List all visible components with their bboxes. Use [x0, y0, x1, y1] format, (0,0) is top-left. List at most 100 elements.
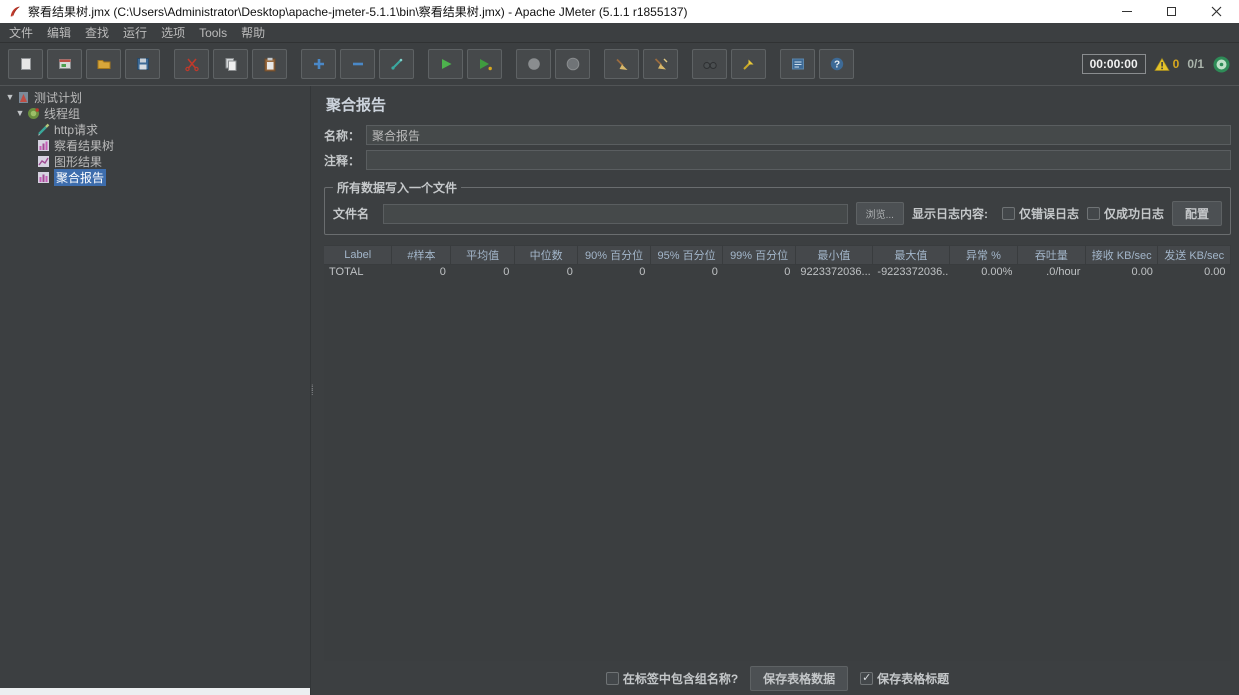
tree-item-label[interactable]: 察看结果树: [54, 137, 114, 154]
search-button[interactable]: [692, 49, 727, 79]
graph-results-icon: [38, 155, 49, 167]
menu-search[interactable]: 查找: [78, 22, 116, 43]
col-header-median[interactable]: 中位数: [514, 245, 579, 265]
menu-options[interactable]: 选项: [154, 22, 192, 43]
clear-all-button[interactable]: [643, 49, 678, 79]
tree-item-label[interactable]: 线程组: [44, 105, 80, 122]
tree-item-http-request[interactable]: http请求: [4, 121, 310, 137]
minimize-button[interactable]: [1104, 0, 1149, 23]
col-header-99pct[interactable]: 99% 百分位: [722, 245, 796, 265]
col-header-received[interactable]: 接收 KB/sec: [1085, 245, 1159, 265]
log-warning-indicator[interactable]: 0: [1153, 57, 1179, 72]
function-helper-button[interactable]: [780, 49, 815, 79]
maximize-button[interactable]: [1149, 0, 1194, 23]
maximize-icon: [1167, 7, 1176, 16]
successes-only-checkbox[interactable]: [1086, 207, 1100, 220]
cut-button[interactable]: [174, 49, 209, 79]
paste-button[interactable]: [252, 49, 287, 79]
comment-label: 注释：: [324, 153, 361, 168]
col-header-average[interactable]: 平均值: [450, 245, 515, 265]
copy-button[interactable]: [213, 49, 248, 79]
col-header-samples[interactable]: #样本: [391, 245, 452, 265]
help-button[interactable]: ?: [819, 49, 854, 79]
include-group-name-option[interactable]: 在标签中包含组名称?: [605, 670, 739, 687]
new-file-button[interactable]: [8, 49, 43, 79]
tree-item-label[interactable]: 测试计划: [34, 89, 82, 106]
successes-only-option[interactable]: 仅成功日志: [1086, 205, 1164, 222]
cell-99pct: 0: [784, 266, 791, 279]
col-header-max[interactable]: 最大值: [872, 245, 950, 265]
tree-item-label[interactable]: http请求: [54, 121, 98, 138]
errors-only-checkbox[interactable]: [1001, 207, 1015, 220]
shutdown-icon: [566, 57, 579, 71]
tree-item-thread-group[interactable]: ▼ 线程组: [4, 105, 310, 121]
remote-status-icon: [1213, 56, 1230, 72]
menu-tools[interactable]: Tools: [192, 24, 234, 42]
close-button[interactable]: [1194, 0, 1239, 23]
comment-input[interactable]: [366, 150, 1231, 170]
tree-horizontal-scrollbar[interactable]: [0, 688, 310, 695]
search-reset-button[interactable]: [731, 49, 766, 79]
jmeter-logo-icon: [10, 5, 20, 16]
tree-item-view-results-tree[interactable]: 察看结果树: [4, 137, 310, 153]
toolbar-status-area: 00:00:00 0 0/1: [1081, 54, 1231, 74]
save-table-data-button[interactable]: 保存表格数据: [750, 665, 849, 691]
col-header-sent[interactable]: 发送 KB/sec: [1157, 245, 1231, 265]
templates-button[interactable]: [47, 49, 82, 79]
copy-icon: [225, 58, 236, 71]
name-input[interactable]: [366, 125, 1231, 145]
stop-icon: [527, 58, 540, 70]
col-header-min[interactable]: 最小值: [795, 245, 873, 265]
remove-element-button[interactable]: [340, 49, 375, 79]
save-button[interactable]: [125, 49, 160, 79]
errors-only-option[interactable]: 仅错误日志: [1001, 205, 1079, 222]
aggregate-table-wrap: Label #样本 平均值 中位数 90% 百分位 95% 百分位 99% 百分…: [324, 245, 1231, 661]
configure-button[interactable]: 配置: [1171, 201, 1222, 226]
include-group-name-checkbox[interactable]: [605, 671, 619, 685]
cell-sent: 0.00: [1204, 266, 1226, 279]
col-header-95pct[interactable]: 95% 百分位: [650, 245, 724, 265]
save-table-header-option[interactable]: ✓ 保存表格标题: [860, 670, 949, 687]
start-no-pauses-button[interactable]: [467, 49, 502, 79]
shutdown-button[interactable]: [555, 49, 590, 79]
tree-item-aggregate-report[interactable]: 聚合报告: [4, 168, 310, 186]
menu-run[interactable]: 运行: [116, 22, 154, 43]
include-group-name-label: 在标签中包含组名称?: [622, 671, 739, 686]
col-header-error[interactable]: 异常 %: [949, 245, 1018, 265]
tree-item-test-plan[interactable]: ▼ 测试计划: [4, 89, 310, 105]
cell-min: 9223372036...: [800, 266, 871, 279]
cell-95pct: 0: [711, 266, 718, 279]
menu-help[interactable]: 帮助: [234, 22, 272, 43]
start-button[interactable]: [428, 49, 463, 79]
warning-icon: [1153, 57, 1170, 71]
test-plan-tree: ▼ 测试计划 ▼ 线程组 http请求 察看结果树 图形结果 聚合报告: [0, 86, 310, 695]
panel-splitter[interactable]: ⁞ ⁞: [310, 86, 316, 695]
table-row[interactable]: TOTAL 0 0 0 0 0 0 9223372036... -9223372…: [324, 265, 1231, 280]
open-file-button[interactable]: [86, 49, 121, 79]
splitter-handle-icon: ⁞ ⁞: [311, 383, 314, 397]
browse-button[interactable]: 浏览...: [855, 202, 904, 225]
clear-button[interactable]: [604, 49, 639, 79]
save-table-header-checkbox[interactable]: ✓: [860, 671, 874, 685]
file-row: 文件名 浏览... 显示日志内容: 仅错误日志 仅成功日志 配置: [333, 201, 1222, 226]
col-header-label[interactable]: Label: [324, 245, 393, 265]
write-results-group-title: 所有数据写入一个文件: [337, 181, 458, 195]
expand-arrow-icon[interactable]: ▼: [14, 108, 26, 118]
expand-arrow-icon[interactable]: ▼: [4, 92, 16, 102]
col-header-throughput[interactable]: 吞吐量: [1017, 245, 1086, 265]
menu-file[interactable]: 文件: [2, 22, 40, 43]
aggregate-report-icon: [38, 171, 49, 183]
menu-edit[interactable]: 编辑: [40, 22, 78, 43]
col-header-90pct[interactable]: 90% 百分位: [577, 245, 651, 265]
window-controls: [1104, 0, 1239, 23]
tree-item-label[interactable]: 图形结果: [54, 153, 102, 170]
thread-group-icon: [28, 107, 39, 119]
stop-button[interactable]: [516, 49, 551, 79]
tree-item-graph-results[interactable]: 图形结果: [4, 153, 310, 169]
cell-median: 0: [566, 266, 573, 279]
table-footer-controls: 在标签中包含组名称? 保存表格数据 ✓ 保存表格标题: [324, 661, 1231, 695]
filename-input[interactable]: [383, 203, 848, 224]
toggle-element-button[interactable]: [379, 49, 414, 79]
tree-item-label[interactable]: 聚合报告: [54, 168, 107, 186]
add-element-button[interactable]: [301, 49, 336, 79]
